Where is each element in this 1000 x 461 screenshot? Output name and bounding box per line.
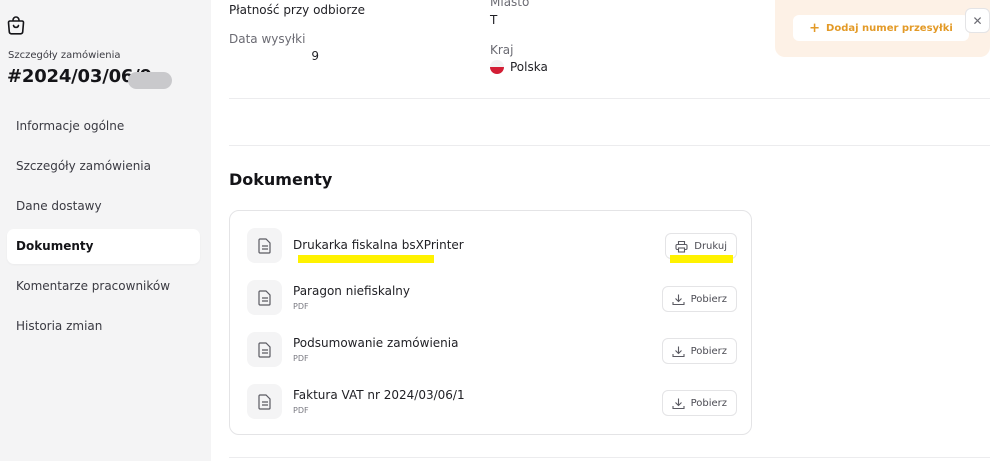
sidebar: Szczegóły zamówienia #2024/03/06/9 Infor…	[0, 0, 211, 461]
download-button[interactable]: Pobierz	[661, 390, 737, 416]
nav-item-historia-zmian[interactable]: Historia zmian	[7, 309, 200, 344]
document-row: Paragon niefiskalny PDF Pobierz	[247, 280, 737, 316]
document-icon	[247, 280, 282, 315]
poland-flag-icon	[490, 60, 504, 74]
nav-item-dokumenty[interactable]: Dokumenty	[7, 228, 200, 264]
document-format: PDF	[293, 354, 309, 363]
document-name: Drukarka fiskalna bsXPrinter	[293, 238, 464, 252]
redacted-order-suffix	[128, 72, 172, 89]
sidebar-nav: Informacje ogólne Szczegóły zamówienia D…	[7, 108, 200, 349]
divider	[229, 98, 990, 99]
highlight-mark	[670, 255, 733, 263]
divider	[229, 457, 990, 458]
document-format: PDF	[293, 406, 309, 415]
country-value: Polska	[510, 60, 548, 74]
add-tracking-number-label: Dodaj numer przesyłki	[826, 22, 953, 34]
printer-icon	[675, 240, 688, 253]
download-button-label: Pobierz	[690, 293, 727, 305]
document-icon	[247, 384, 282, 419]
plus-icon: +	[809, 20, 821, 36]
download-button[interactable]: Pobierz	[661, 338, 737, 364]
documents-title: Dokumenty	[229, 170, 333, 189]
shopping-bag-icon	[7, 16, 25, 35]
download-icon	[672, 398, 685, 409]
nav-item-label: Historia zmian	[16, 319, 103, 334]
document-row: Podsumowanie zamówienia PDF Pobierz	[247, 332, 737, 368]
nav-item-szczegoly-zamowienia[interactable]: Szczegóły zamówienia	[7, 148, 200, 183]
add-tracking-number-button[interactable]: + Dodaj numer przesyłki	[793, 15, 969, 41]
nav-item-label: Informacje ogólne	[16, 118, 125, 133]
print-button-label: Drukuj	[694, 240, 727, 252]
document-name: Paragon niefiskalny	[293, 284, 410, 298]
download-button-label: Pobierz	[690, 345, 727, 357]
nav-item-dane-dostawy[interactable]: Dane dostawy	[7, 188, 200, 223]
divider	[229, 145, 990, 146]
payment-method-value: Płatność przy odbiorze	[229, 3, 365, 17]
download-icon	[672, 294, 685, 305]
nav-item-informacje-ogolne[interactable]: Informacje ogólne	[7, 108, 200, 143]
document-format: PDF	[293, 302, 309, 311]
document-icon	[247, 332, 282, 367]
city-label: Miasto	[490, 0, 530, 9]
documents-card: Drukarka fiskalna bsXPrinter Drukuj Para…	[229, 210, 752, 435]
download-button[interactable]: Pobierz	[661, 286, 737, 312]
document-row: Faktura VAT nr 2024/03/06/1 PDF Pobierz	[247, 384, 737, 420]
ship-date-label: Data wysyłki	[229, 32, 306, 46]
close-button[interactable]: ✕	[965, 8, 990, 33]
document-icon	[247, 228, 282, 263]
document-name: Podsumowanie zamówienia	[293, 336, 459, 350]
nav-item-label: Dane dostawy	[16, 198, 102, 213]
close-icon: ✕	[972, 13, 983, 28]
nav-item-komentarze-pracownikow[interactable]: Komentarze pracowników	[7, 269, 200, 304]
download-button-label: Pobierz	[690, 397, 727, 409]
nav-item-label: Szczegóły zamówienia	[16, 158, 151, 173]
nav-item-label: Komentarze pracowników	[16, 279, 171, 294]
country-label: Kraj	[490, 43, 514, 57]
order-caption: Szczegóły zamówienia	[8, 50, 121, 61]
download-icon	[672, 346, 685, 357]
highlight-mark	[298, 255, 434, 263]
document-name: Faktura VAT nr 2024/03/06/1	[293, 388, 465, 402]
ship-date-value: 9	[311, 49, 319, 63]
nav-item-label: Dokumenty	[16, 239, 94, 254]
city-value: T	[490, 13, 498, 27]
